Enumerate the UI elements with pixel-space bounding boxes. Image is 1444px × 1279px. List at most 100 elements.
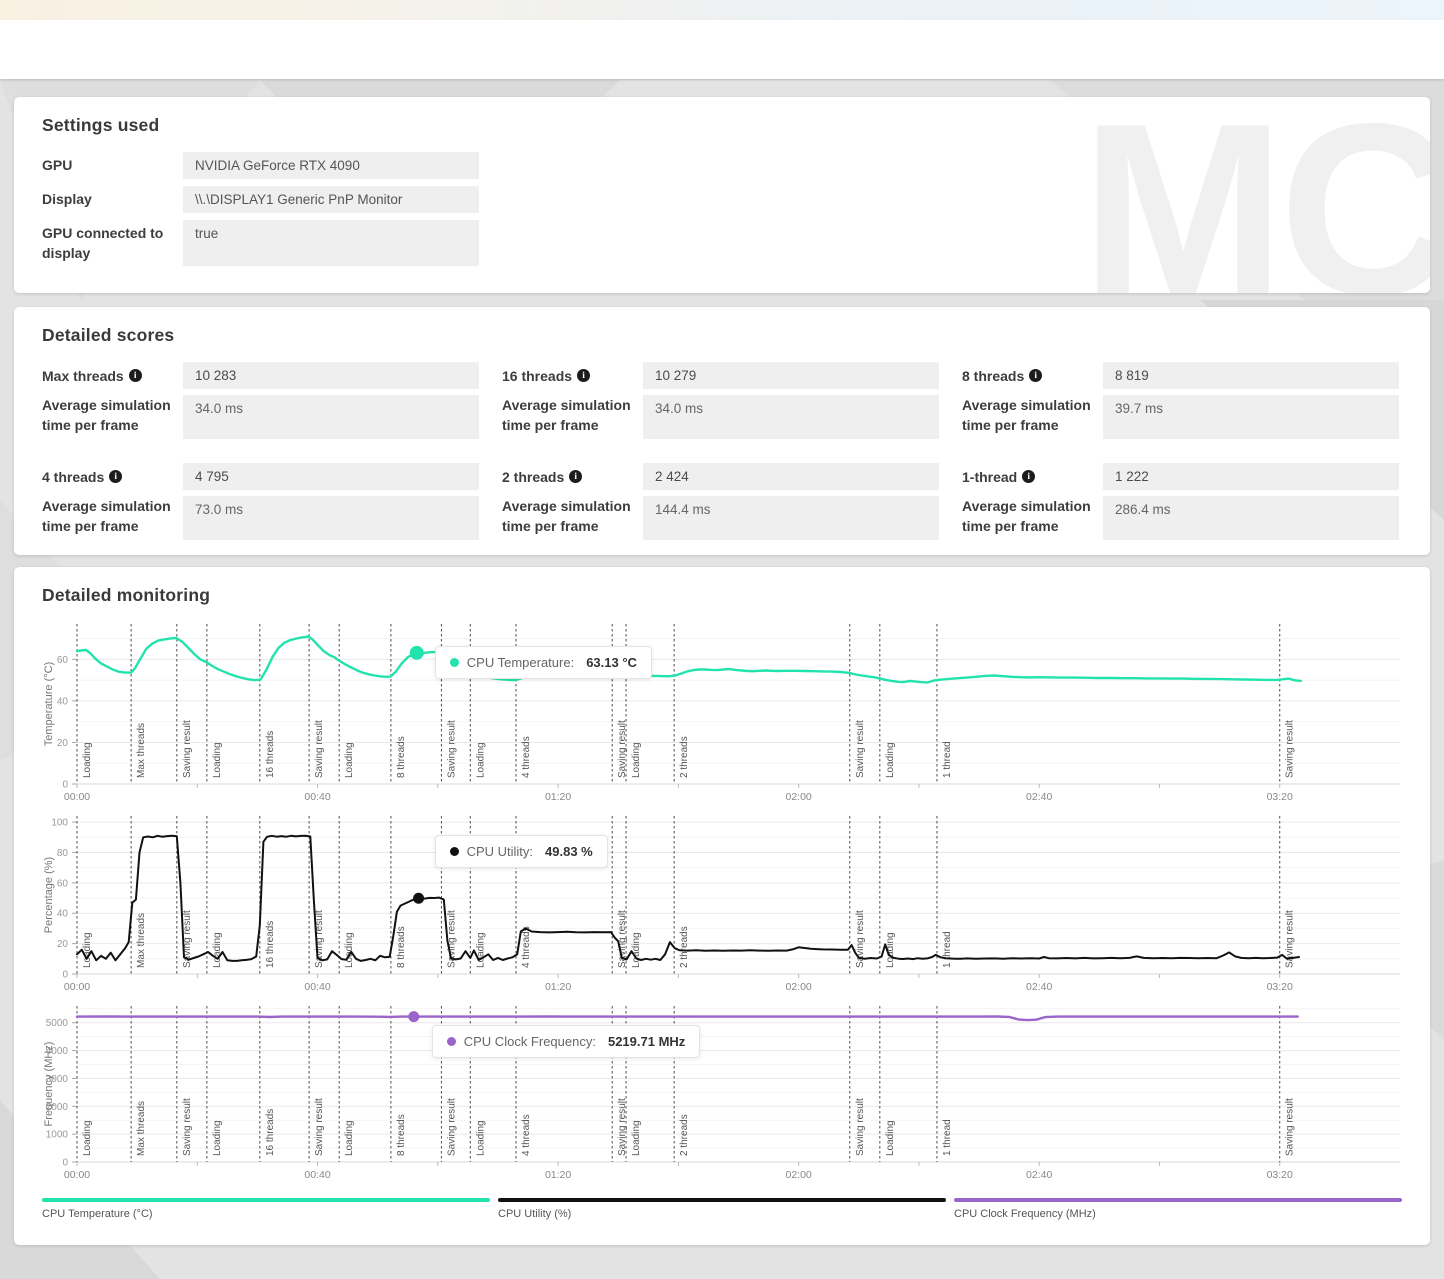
cpu-temperature-chart[interactable]: 020406000:0000:4001:2002:0002:4003:20Loa… (42, 616, 1402, 808)
gpu-label: GPU (42, 152, 183, 176)
svg-text:02:40: 02:40 (1026, 1169, 1052, 1181)
tooltip-label: CPU Clock Frequency: (464, 1034, 596, 1049)
svg-text:00:00: 00:00 (64, 981, 90, 993)
svg-text:Saving result: Saving result (314, 720, 325, 778)
svg-text:Loading: Loading (344, 932, 355, 968)
info-icon[interactable]: i (1029, 369, 1042, 382)
svg-text:Saving result: Saving result (446, 1098, 457, 1156)
info-icon[interactable]: i (129, 369, 142, 382)
benchmark-result-page: MC Settings used GPU NVIDIA GeForce RTX … (0, 0, 1444, 1279)
svg-text:40: 40 (57, 909, 69, 920)
svg-text:4 threads: 4 threads (521, 926, 532, 968)
svg-text:1 thread: 1 thread (942, 1119, 953, 1156)
svg-text:03:20: 03:20 (1267, 981, 1293, 993)
cpu-utility-chart[interactable]: 02040608010000:0000:4001:2002:0002:4003:… (42, 808, 1402, 998)
display-value: \\.\DISPLAY1 Generic PnP Monitor (183, 186, 479, 213)
svg-text:00:40: 00:40 (304, 791, 330, 803)
svg-text:02:00: 02:00 (785, 791, 811, 803)
tooltip-label: CPU Utility: (467, 844, 533, 859)
svg-text:01:20: 01:20 (545, 1169, 571, 1181)
setting-row-gpu-connected: GPU connected to display true (42, 220, 1402, 266)
detailed-monitoring-card: Detailed monitoring 020406000:0000:4001:… (14, 567, 1430, 1245)
svg-text:Loading: Loading (631, 742, 642, 778)
avg-sim-time-label: Average simulation time per frame (962, 395, 1103, 436)
svg-text:Saving result: Saving result (617, 1098, 628, 1156)
svg-text:Frequency (MHz): Frequency (MHz) (43, 1042, 55, 1127)
svg-text:02:00: 02:00 (785, 981, 811, 993)
legend-item-cpu-temperature[interactable]: CPU Temperature (°C) (42, 1198, 490, 1220)
avg-sim-time-value: 39.7 ms (1103, 395, 1399, 439)
svg-text:Saving result: Saving result (446, 720, 457, 778)
detailed-scores-card: Detailed scores Max threadsi 10 283 Aver… (14, 307, 1430, 555)
svg-text:Loading: Loading (212, 932, 223, 968)
info-icon[interactable]: i (1022, 470, 1035, 483)
score-item-max-threads: Max threadsi 10 283 Average simulation t… (42, 362, 479, 439)
avg-sim-time-label: Average simulation time per frame (962, 496, 1103, 537)
temperature-series-dot (450, 658, 459, 667)
svg-text:Loading: Loading (475, 932, 486, 968)
page-header-band (0, 20, 1444, 79)
score-value: 10 279 (643, 362, 939, 389)
svg-text:Percentage (%): Percentage (%) (43, 857, 55, 933)
gpu-value: NVIDIA GeForce RTX 4090 (183, 152, 479, 179)
score-label: 1-thread (962, 469, 1017, 485)
svg-text:Loading: Loading (631, 1120, 642, 1156)
svg-text:Saving result: Saving result (855, 1098, 866, 1156)
score-label: 2 threads (502, 469, 564, 485)
svg-text:80: 80 (57, 848, 69, 859)
scores-grid: Max threadsi 10 283 Average simulation t… (42, 362, 1402, 540)
svg-text:00:00: 00:00 (64, 1169, 90, 1181)
legend-label: CPU Clock Frequency (MHz) (954, 1208, 1402, 1220)
svg-text:03:20: 03:20 (1267, 791, 1293, 803)
score-value: 4 795 (183, 463, 479, 490)
legend-color-bar (954, 1198, 1402, 1202)
svg-text:1 thread: 1 thread (942, 741, 953, 778)
setting-row-gpu: GPU NVIDIA GeForce RTX 4090 (42, 152, 1402, 179)
svg-text:20: 20 (57, 939, 69, 950)
legend-color-bar (498, 1198, 946, 1202)
legend-item-cpu-utility[interactable]: CPU Utility (%) (498, 1198, 946, 1220)
svg-text:Temperature (°C): Temperature (°C) (43, 662, 55, 746)
svg-text:Loading: Loading (212, 1120, 223, 1156)
svg-text:00:40: 00:40 (304, 1169, 330, 1181)
svg-text:Saving result: Saving result (182, 1098, 193, 1156)
svg-text:2 threads: 2 threads (679, 926, 690, 968)
svg-text:2 threads: 2 threads (679, 736, 690, 778)
info-icon[interactable]: i (109, 470, 122, 483)
gpu-connected-label: GPU connected to display (42, 220, 183, 263)
svg-text:Saving result: Saving result (855, 720, 866, 778)
legend-item-cpu-clock-frequency[interactable]: CPU Clock Frequency (MHz) (954, 1198, 1402, 1220)
svg-text:0: 0 (62, 1158, 68, 1169)
info-icon[interactable]: i (569, 470, 582, 483)
svg-text:00:40: 00:40 (304, 981, 330, 993)
score-value: 10 283 (183, 362, 479, 389)
chart-legend: CPU Temperature (°C) CPU Utility (%) CPU… (42, 1198, 1402, 1220)
cpu-clock-frequency-chart[interactable]: 01000200030004000500000:0000:4001:2002:0… (42, 998, 1402, 1186)
svg-text:Loading: Loading (82, 742, 93, 778)
svg-text:Saving result: Saving result (1285, 1098, 1296, 1156)
svg-text:1000: 1000 (46, 1130, 69, 1141)
avg-sim-time-label: Average simulation time per frame (502, 496, 643, 537)
score-item-1-thread: 1-thread i 1 222 Average simulation time … (962, 463, 1399, 540)
info-icon[interactable]: i (577, 369, 590, 382)
svg-text:Loading: Loading (344, 1120, 355, 1156)
tooltip-value: 5219.71 MHz (608, 1034, 685, 1049)
svg-text:Loading: Loading (885, 1120, 896, 1156)
svg-text:2 threads: 2 threads (679, 1114, 690, 1156)
svg-text:16 threads: 16 threads (265, 921, 276, 968)
svg-text:4 threads: 4 threads (521, 736, 532, 778)
svg-text:4 threads: 4 threads (521, 1114, 532, 1156)
legend-label: CPU Utility (%) (498, 1208, 946, 1220)
utility-series-dot (450, 847, 459, 856)
svg-text:Saving result: Saving result (314, 1098, 325, 1156)
avg-sim-time-value: 73.0 ms (183, 496, 479, 540)
settings-used-card: MC Settings used GPU NVIDIA GeForce RTX … (14, 97, 1430, 293)
svg-text:Max threads: Max threads (136, 1101, 147, 1156)
svg-text:20: 20 (57, 738, 69, 749)
svg-text:8 threads: 8 threads (396, 926, 407, 968)
svg-text:Loading: Loading (212, 742, 223, 778)
score-value: 1 222 (1103, 463, 1399, 490)
svg-text:02:00: 02:00 (785, 1169, 811, 1181)
svg-text:01:20: 01:20 (545, 981, 571, 993)
avg-sim-time-value: 34.0 ms (643, 395, 939, 439)
